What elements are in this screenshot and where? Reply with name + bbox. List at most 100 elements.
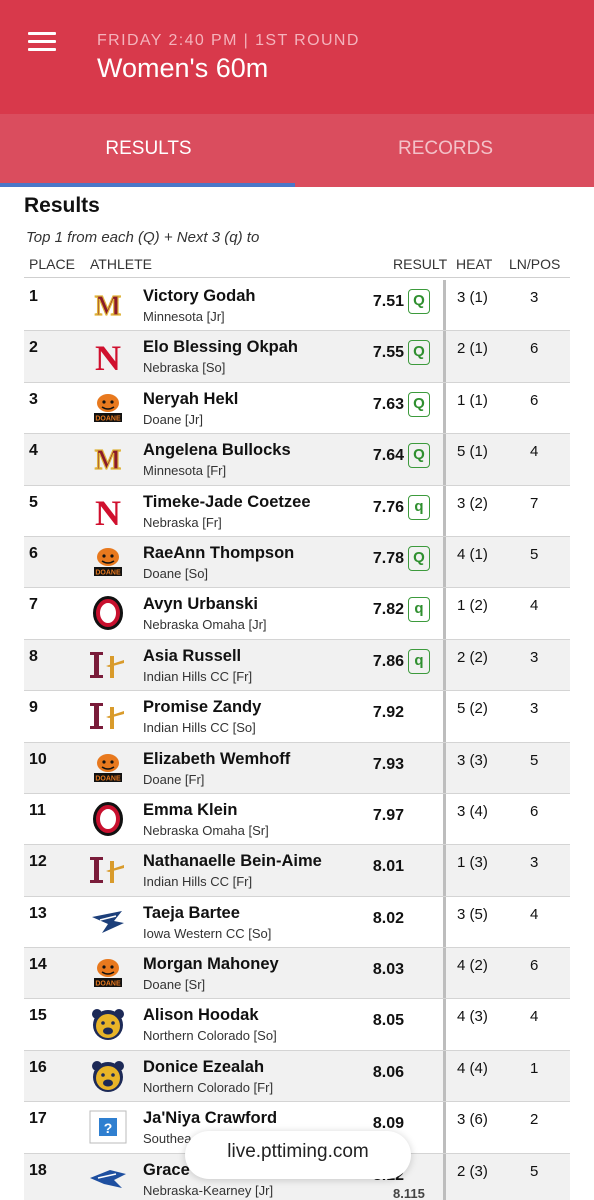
athlete-name[interactable]: Ja'Niya Crawford	[143, 1109, 277, 1128]
athlete-school: Iowa Western CC [So]	[143, 925, 272, 941]
place-cell: 13	[29, 904, 47, 922]
table-row[interactable]: 7 Avyn Urbanski Nebraska Omaha [Jr] 7.82 q 1 …	[24, 588, 570, 640]
place-cell: 10	[29, 750, 47, 768]
table-row[interactable]: 14 DOANE Morgan Mahoney Doane [Sr] 8.03 4 (2)…	[24, 948, 570, 1000]
column-divider	[443, 588, 446, 639]
result-time: 7.64	[372, 447, 404, 465]
athlete-name[interactable]: Victory Godah	[143, 287, 255, 306]
athlete-name[interactable]: Taeja Bartee	[143, 904, 240, 923]
svg-text:N: N	[95, 494, 121, 528]
result-time: 7.86	[372, 652, 404, 670]
athlete-name[interactable]: Promise Zandy	[143, 698, 261, 717]
doane-logo: DOANE	[88, 751, 128, 785]
table-row[interactable]: 1 M Victory Godah Minnesota [Jr] 7.51 Q 3 (1) 3	[24, 280, 570, 332]
table-row[interactable]: 3 DOANE Neryah Hekl Doane [Jr] 7.63 Q 1 (1) 6	[24, 382, 570, 435]
athlete-school: Doane [Sr]	[143, 977, 206, 993]
svg-text:DOANE: DOANE	[95, 981, 121, 988]
athlete-name[interactable]: Alison Hoodak	[143, 1006, 259, 1025]
qualifier-badge: q	[408, 494, 430, 520]
indian-hills-logo	[88, 648, 128, 682]
result-time: 7.51	[372, 293, 404, 310]
column-divider	[443, 793, 446, 845]
table-row[interactable]: 2 N Elo Blessing Okpah Nebraska [So] 7.55 Q 2 …	[24, 331, 570, 383]
athlete-name[interactable]: Neryah Hekl	[143, 390, 238, 409]
qualifier-badge: q	[408, 648, 430, 674]
doane-logo: DOANE	[88, 956, 128, 990]
table-row[interactable]: 10 DOANE Elizabeth Wemhoff Doane [Fr] 7.93 3 …	[24, 742, 570, 794]
athlete-name[interactable]: Nathanaelle Bein-Aime	[143, 852, 322, 871]
table-row[interactable]: 16 Donice Ezealah Northern Colorado [Fr] 8.…	[24, 1050, 570, 1103]
athlete-name[interactable]: Grace	[143, 1161, 190, 1180]
qualifier-badge: Q	[408, 340, 430, 366]
athlete-name[interactable]: Donice Ezealah	[143, 1058, 264, 1077]
nebraska-logo: N	[88, 338, 128, 378]
heat-cell: 3 (6)	[457, 1111, 488, 1129]
nebraska-logo: N	[88, 493, 128, 533]
column-header-heat: HEAT	[456, 256, 493, 272]
hamburger-menu-icon[interactable]	[28, 30, 58, 52]
place-cell: 1	[29, 288, 38, 305]
athlete-name[interactable]: Angelena Bullocks	[143, 441, 291, 460]
column-divider	[443, 948, 446, 999]
athlete-school: Doane [Fr]	[143, 771, 205, 787]
lane-position-cell: 6	[530, 957, 539, 975]
athlete-school: Nebraska-Kearney [Jr]	[143, 1182, 274, 1198]
column-divider	[443, 1102, 446, 1153]
lane-position-cell: 3	[530, 289, 539, 306]
column-divider	[443, 999, 446, 1050]
athlete-name[interactable]: Timeke-Jade Coetzee	[143, 493, 311, 512]
tab-records[interactable]: RECORDS	[297, 114, 594, 187]
athlete-name[interactable]: Elo Blessing Okpah	[143, 338, 298, 357]
table-row[interactable]: 9 Promise Zandy Indian Hills CC [So] 7.92 5 …	[24, 691, 570, 743]
athlete-school: Minnesota [Fr]	[143, 463, 227, 479]
results-list: 1 M Victory Godah Minnesota [Jr] 7.51 Q 3 (1) 3…	[24, 280, 570, 1200]
athlete-name[interactable]: RaeAnn Thompson	[143, 544, 294, 563]
table-row[interactable]: 11 Emma Klein Nebraska Omaha [Sr] 7.97 3 (4)…	[24, 793, 570, 846]
heat-cell: 4 (1)	[457, 545, 488, 563]
athlete-school: Minnesota [Jr]	[143, 309, 225, 324]
column-divider	[443, 1153, 446, 1200]
qualifier-badge: q	[408, 597, 430, 623]
athlete-school: Indian Hills CC [So]	[143, 720, 256, 736]
column-divider	[443, 691, 446, 742]
result-time: 8.02	[372, 909, 404, 927]
table-row[interactable]: 6 DOANE RaeAnn Thompson Doane [So] 7.78 Q 4 (1…	[24, 536, 570, 589]
result-time: 8.05	[372, 1012, 404, 1030]
lane-position-cell: 6	[530, 802, 539, 820]
table-row[interactable]: 13 Taeja Bartee Iowa Western CC [So] 8.02 3 …	[24, 896, 570, 949]
athlete-name[interactable]: Asia Russell	[143, 647, 241, 666]
table-row[interactable]: 8 Asia Russell Indian Hills CC [Fr] 7.86 q 2 …	[24, 639, 570, 692]
qualifier-badge: Q	[408, 545, 430, 571]
athlete-name[interactable]: Elizabeth Wemhoff	[143, 750, 290, 769]
table-row[interactable]: 5 N Timeke-Jade Coetzee Nebraska [Fr] 7.76 q 3…	[24, 485, 570, 537]
athlete-name[interactable]: Morgan Mahoney	[143, 955, 279, 974]
athlete-school: Nebraska [Fr]	[143, 514, 222, 530]
table-row[interactable]: 12 Nathanaelle Bein-Aime Indian Hills CC […	[24, 845, 570, 897]
svg-text:DOANE: DOANE	[95, 569, 121, 576]
table-row[interactable]: 4 M Angelena Bullocks Minnesota [Fr] 7.64 Q 5 …	[24, 434, 570, 486]
place-cell: 5	[29, 493, 38, 511]
lane-position-cell: 3	[530, 854, 539, 872]
lane-position-cell: 7	[530, 494, 539, 512]
northern-colorado-logo	[88, 1059, 128, 1093]
heat-cell: 1 (2)	[457, 597, 488, 615]
omaha-logo	[88, 596, 128, 631]
athlete-school: Doane [So]	[143, 565, 209, 581]
place-cell: 9	[29, 699, 38, 717]
tab-results[interactable]: RESULTS	[0, 114, 297, 187]
result-time: 7.82	[372, 601, 404, 619]
athlete-school: Nebraska [So]	[143, 360, 226, 376]
heat-cell: 4 (3)	[457, 1008, 488, 1026]
athlete-school: Doane [Jr]	[143, 411, 203, 427]
heat-cell: 3 (3)	[457, 751, 488, 769]
athlete-name[interactable]: Avyn Urbanski	[143, 595, 258, 614]
heat-cell: 5 (1)	[457, 443, 488, 461]
athlete-name[interactable]: Emma Klein	[143, 801, 237, 820]
svg-text:DOANE: DOANE	[95, 775, 121, 782]
column-divider	[443, 536, 446, 588]
athlete-school: Indian Hills CC [Fr]	[143, 668, 253, 684]
url-pill[interactable]: live.pttiming.com	[185, 1131, 411, 1179]
kearney-logo	[88, 1162, 128, 1196]
result-time: 7.92	[372, 704, 404, 722]
table-row[interactable]: 15 Alison Hoodak Northern Colorado [So] 8.0…	[24, 999, 570, 1051]
